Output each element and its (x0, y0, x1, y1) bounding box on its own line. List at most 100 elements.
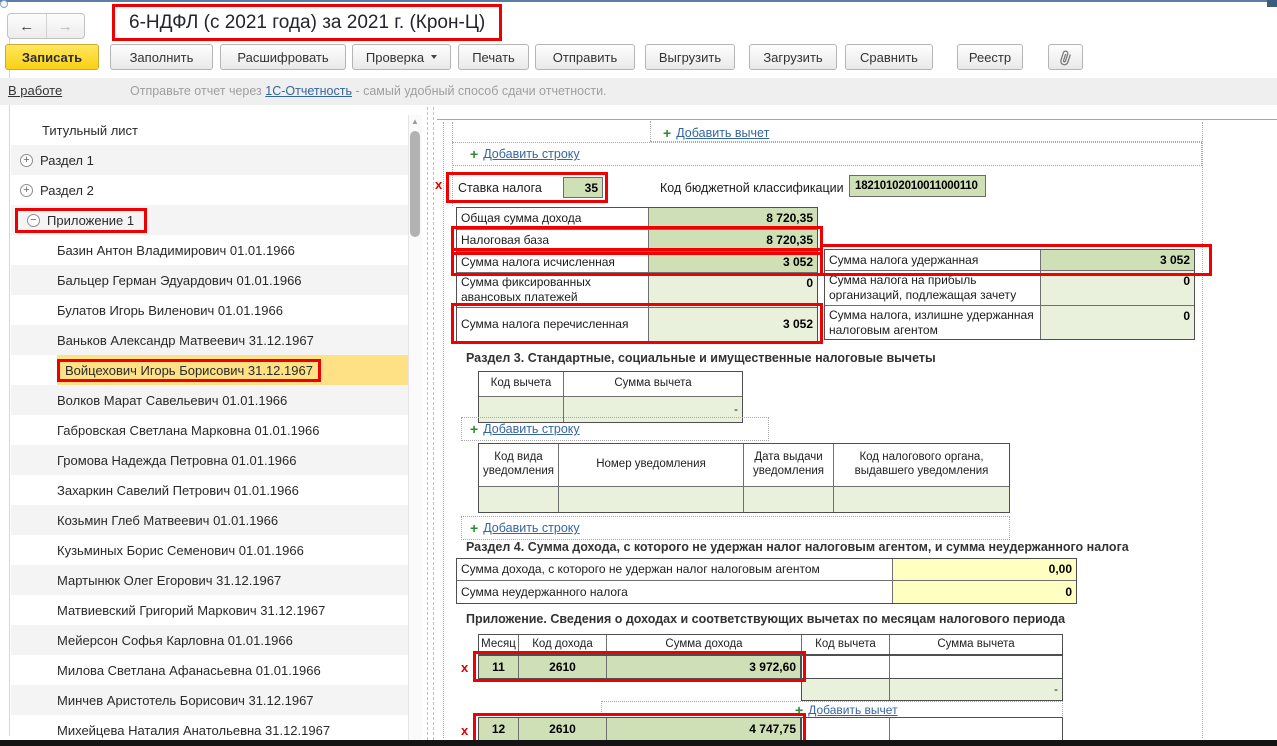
tax-transferred-field[interactable]: 3 052 (649, 308, 817, 341)
nav-history-group: ← → (7, 13, 85, 39)
employee-list-item[interactable]: Бальцер Герман Эдуардович 01.01.1966 (11, 265, 408, 295)
unwithheld-income-field[interactable]: 0,00 (893, 559, 1076, 580)
tax-withheld-field[interactable]: 3 052 (1041, 250, 1194, 270)
sidebar-item-title-page[interactable]: Титульный лист (11, 115, 408, 145)
export-button[interactable]: Выгрузить (645, 44, 735, 70)
sidebar-item-section2[interactable]: + Раздел 2 (11, 175, 408, 205)
sidebar-scrollbar-thumb[interactable] (410, 131, 420, 237)
income-sum-field[interactable]: 3 972,60 (607, 656, 800, 678)
total-label: Сумма налога перечисленная (457, 308, 649, 341)
total-income-field[interactable]: 8 720,35 (649, 208, 817, 229)
add-row-link[interactable]: + Добавить строку (470, 421, 580, 437)
import-button[interactable]: Загрузить (749, 44, 837, 70)
add-deduction-link[interactable]: + Добавить вычет (663, 125, 769, 141)
panel-splitter[interactable] (427, 107, 434, 740)
delete-row-icon[interactable]: x (435, 177, 442, 192)
column-header: Код дохода (519, 635, 607, 654)
collapse-icon[interactable]: − (27, 214, 40, 227)
selection-highlight: Войцехович Игорь Борисович 31.12.1967 (57, 355, 408, 385)
income-sum-field[interactable]: 4 747,75 (607, 718, 800, 740)
employee-list-item[interactable]: Громова Надежда Петровна 01.01.1966 (11, 445, 408, 475)
total-label: Сумма фиксированных авансовых платежей (457, 273, 649, 307)
annotation-box-selected-employee: Войцехович Игорь Борисович 31.12.1967 (57, 359, 321, 382)
add-row-link[interactable]: + Добавить строку (470, 146, 580, 162)
fill-button[interactable]: Заполнить (110, 44, 213, 70)
employee-list-item[interactable]: Булатов Игорь Виленович 01.01.1966 (11, 295, 408, 325)
forward-button[interactable]: → (47, 14, 85, 38)
expand-icon[interactable]: + (20, 184, 33, 197)
add-deduction-link[interactable]: + Добавить вычет (795, 702, 898, 718)
employee-list-item[interactable]: Волков Марат Савельевич 01.01.1966 (11, 385, 408, 415)
notice-number-field[interactable] (559, 487, 744, 512)
scroll-up-icon[interactable]: ▲ (411, 117, 419, 126)
notice-authority-field[interactable] (834, 487, 1009, 512)
tax-base-field[interactable]: 8 720,35 (649, 230, 817, 251)
deduction-sum-field[interactable] (890, 718, 1062, 740)
form-dotted-border-right (1202, 122, 1203, 738)
check-dropdown-button[interactable]: Проверка (352, 44, 451, 70)
column-header: Код налогового органа, выдавшего уведомл… (834, 444, 1009, 486)
save-button[interactable]: Записать (5, 44, 99, 70)
notice-date-field[interactable] (744, 487, 834, 512)
send-button[interactable]: Отправить (535, 44, 635, 70)
1c-reporting-link[interactable]: 1С-Отчетность (265, 84, 352, 98)
expand-icon[interactable]: + (20, 154, 33, 167)
delete-row-icon[interactable]: x (461, 660, 468, 675)
unwithheld-tax-field[interactable]: 0 (893, 581, 1076, 603)
add-row-link[interactable]: + Добавить строку (470, 520, 580, 536)
plus-icon: + (470, 520, 478, 536)
sidebar-item-section1[interactable]: + Раздел 1 (11, 145, 408, 175)
deduction-sum-field[interactable] (890, 656, 1062, 678)
form-dotted-border-left (443, 122, 444, 738)
bottom-edge-bar (0, 740, 1277, 746)
employee-list-item[interactable]: Габровская Светлана Марковна 01.01.1966 (11, 415, 408, 445)
employee-list-item[interactable]: Мейерсон Софья Карловна 01.01.1966 (11, 625, 408, 655)
month-field[interactable]: 12 (479, 718, 519, 740)
status-message: Отправьте отчет через 1С-Отчетность - са… (130, 84, 607, 98)
excess-withheld-field[interactable]: 0 (1041, 306, 1194, 339)
employee-list-item[interactable]: Захаркин Савелий Петрович 01.01.1966 (11, 475, 408, 505)
total-label: Сумма налога исчисленная (457, 252, 649, 272)
deduction-code-field[interactable] (802, 656, 890, 678)
deduction-code-field[interactable] (802, 718, 890, 740)
employee-list-item[interactable]: Козьмин Глеб Матвеевич 01.01.1966 (11, 505, 408, 535)
month-field[interactable]: 11 (479, 656, 519, 678)
employee-list-item[interactable]: Матвиевский Григорий Маркович 31.12.1967 (11, 595, 408, 625)
sidebar-item-appendix1[interactable]: − Приложение 1 (11, 205, 408, 235)
kbk-field[interactable]: 18210102010011000110 (849, 175, 986, 197)
attach-button[interactable] (1048, 44, 1083, 70)
employee-list-item[interactable]: Милова Светлана Афанасьевна 01.01.1966 (11, 655, 408, 685)
plus-icon: + (470, 146, 478, 162)
employee-list-item[interactable]: Кузьминых Борис Семенович 01.01.1966 (11, 535, 408, 565)
delete-row-icon[interactable]: x (461, 723, 468, 738)
employee-list-item[interactable]: Минчев Аристотель Борисович 31.12.1967 (11, 685, 408, 715)
totals-table-left: Общая сумма дохода 8 720,35 Налоговая ба… (456, 207, 818, 342)
back-button[interactable]: ← (8, 14, 47, 38)
employee-list-item[interactable]: Базин Антон Владимирович 01.01.1966 (11, 235, 408, 265)
income-code-field[interactable]: 2610 (519, 718, 607, 740)
compare-button[interactable]: Сравнить (845, 44, 933, 70)
section3-title: Раздел 3. Стандартные, социальные и имущ… (466, 351, 936, 365)
decrypt-button[interactable]: Расшифровать (220, 44, 346, 70)
tax-rate-field[interactable]: 35 (563, 177, 603, 198)
employee-list-item[interactable]: Ваньков Александр Матвеевич 31.12.1967 (11, 325, 408, 355)
profit-tax-offset-field[interactable]: 0 (1041, 271, 1194, 305)
deduction-code-field[interactable] (802, 679, 890, 700)
annotation-box-appendix1: − Приложение 1 (15, 208, 147, 233)
employee-list-item[interactable]: Мартынюк Олег Егорович 31.12.1967 (11, 565, 408, 595)
registry-button[interactable]: Реестр (957, 44, 1023, 70)
tax-calculated-field[interactable]: 3 052 (649, 252, 817, 272)
employee-list-item-selected[interactable]: Войцехович Игорь Борисович 31.12.1967 (11, 355, 408, 385)
row-label: Сумма неудержанного налога (457, 581, 893, 603)
advance-payments-field[interactable]: 0 (649, 273, 817, 307)
deduction-codes-table: Код вычета Сумма вычета - (478, 371, 743, 423)
unwithheld-tax-table: Сумма дохода, с которого не удержан нало… (456, 558, 1077, 604)
print-button[interactable]: Печать (458, 44, 529, 70)
total-label: Налоговая база (457, 230, 649, 251)
total-label: Сумма налога удержанная (825, 250, 1041, 270)
kbk-label: Код бюджетной классификации (660, 181, 844, 195)
notice-type-field[interactable] (479, 487, 559, 512)
report-state-link[interactable]: В работе (8, 83, 62, 98)
income-code-field[interactable]: 2610 (519, 656, 607, 678)
deduction-sum-field[interactable]: - (890, 679, 1062, 700)
